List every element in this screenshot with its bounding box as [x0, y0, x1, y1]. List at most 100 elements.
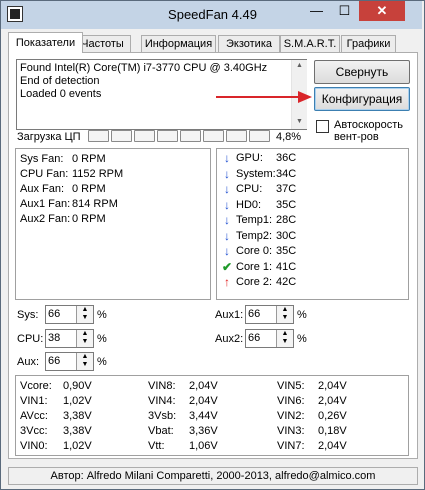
fan-label: Aux2 Fan:	[20, 213, 71, 225]
fan-value: 1152 RPM	[72, 168, 124, 180]
voltage-label: AVcc:	[20, 410, 48, 422]
cpu-usage-segment	[157, 130, 178, 142]
voltage-label: VIN5:	[277, 380, 305, 392]
aux2-speed-value: 66	[248, 332, 261, 344]
temp-label: System:	[236, 167, 276, 180]
maximize-window-button[interactable]: ☐	[331, 1, 358, 21]
tab-exotics[interactable]: Экзотика	[218, 35, 280, 52]
aux-speed-spinner[interactable]: 66 ▲ ▼	[45, 352, 94, 371]
auto-fan-speed-checkbox[interactable]	[316, 120, 329, 133]
temp-label: CPU:	[236, 183, 263, 195]
arrow-up-icon: ↑	[224, 275, 230, 289]
voltage-value: 1,06V	[189, 440, 218, 452]
arrow-down-icon: ↓	[224, 151, 230, 165]
scroll-up-icon[interactable]: ▲	[296, 62, 303, 69]
temp-label: Temp1:	[236, 214, 273, 226]
voltage-label: VIN4:	[148, 395, 176, 407]
aux-speed-unit: %	[97, 356, 107, 368]
fan-value: 814 RPM	[72, 198, 118, 210]
cpu-usage-segment	[203, 130, 224, 142]
fan-value: 0 RPM	[72, 153, 106, 165]
auto-fan-speed-label: Автоскорость вент-ров	[334, 119, 404, 143]
spinner-arrows-icon[interactable]: ▲ ▼	[76, 306, 93, 323]
annotation-arrow-icon	[216, 91, 312, 103]
cpu-usage-segment	[249, 130, 270, 142]
temp-value: 41C	[276, 260, 297, 273]
temp-label: HD0:	[236, 198, 262, 211]
tab-readings[interactable]: Показатели	[8, 32, 83, 53]
voltage-label: VIN2:	[277, 410, 305, 422]
voltage-value: 3,38V	[63, 410, 92, 422]
voltage-value: 2,04V	[318, 440, 347, 452]
aux2-speed-label: Aux2:	[215, 333, 244, 345]
voltage-label: 3Vcc:	[20, 425, 48, 437]
cpu-speed-label: CPU:	[17, 333, 44, 345]
voltage-value: 2,04V	[189, 395, 218, 407]
spinner-arrows-icon[interactable]: ▲ ▼	[276, 330, 293, 347]
cpu-speed-value: 38	[48, 332, 61, 344]
voltage-value: 0,26V	[318, 410, 347, 422]
log-line: Loaded 0 events	[20, 88, 102, 100]
arrow-down-icon: ↓	[224, 166, 230, 181]
configure-button[interactable]: Конфигурация	[314, 87, 410, 111]
temp-value: 28C	[276, 214, 297, 226]
aux-speed-value: 66	[48, 355, 61, 367]
cpu-usage-percent: 4,8%	[276, 131, 302, 143]
check-icon: ✔	[221, 259, 233, 274]
cpu-usage-segment	[134, 130, 155, 142]
voltage-value: 3,44V	[189, 410, 218, 422]
voltage-value: 1,02V	[63, 440, 92, 452]
minimize-to-tray-button[interactable]: Свернуть	[314, 60, 410, 84]
temp-label: Temp2:	[236, 229, 273, 242]
temp-value: 37C	[276, 183, 297, 195]
aux-speed-label: Aux:	[17, 356, 40, 368]
aux1-speed-spinner[interactable]: 66 ▲ ▼	[245, 305, 294, 324]
log-line: End of detection	[20, 75, 100, 87]
cpu-usage-segment	[226, 130, 247, 142]
voltage-label: VIN3:	[277, 425, 305, 437]
fan-value: 0 RPM	[72, 213, 106, 225]
aux2-speed-spinner[interactable]: 66 ▲ ▼	[245, 329, 294, 348]
temp-label: GPU:	[236, 152, 263, 164]
tab-smart[interactable]: S.M.A.R.T.	[280, 35, 340, 52]
aux2-speed-unit: %	[297, 333, 307, 345]
minimize-window-button[interactable]: —	[303, 1, 330, 21]
temp-value: 35C	[276, 245, 297, 257]
voltage-label: VIN1:	[20, 395, 48, 407]
sys-speed-value: 66	[48, 308, 61, 320]
cpu-usage-segment	[111, 130, 132, 142]
log-line: Found Intel(R) Core(TM) i7-3770 CPU @ 3.…	[20, 62, 268, 74]
cpu-usage-segment	[180, 130, 201, 142]
temp-label: Core 0:	[236, 245, 273, 257]
cpu-speed-spinner[interactable]: 38 ▲ ▼	[45, 329, 94, 348]
voltage-label: VIN0:	[20, 440, 48, 452]
aux1-speed-unit: %	[297, 309, 307, 321]
aux1-speed-value: 66	[248, 308, 261, 320]
voltage-value: 3,36V	[189, 425, 218, 437]
arrow-down-icon: ↓	[224, 244, 230, 258]
temp-label: Core 1:	[236, 260, 273, 273]
sys-speed-spinner[interactable]: 66 ▲ ▼	[45, 305, 94, 324]
tab-info[interactable]: Информация	[141, 35, 216, 52]
voltage-label: VIN6:	[277, 395, 305, 407]
voltage-label: Vtt:	[148, 440, 165, 452]
cpu-usage-label: Загрузка ЦП	[17, 131, 81, 143]
close-window-button[interactable]: ✕	[359, 1, 405, 21]
voltage-value: 3,38V	[63, 425, 92, 437]
voltage-label: Vcore:	[20, 380, 52, 392]
voltage-value: 2,04V	[189, 380, 218, 392]
temp-value: 30C	[276, 229, 297, 242]
voltage-value: 0,18V	[318, 425, 347, 437]
sys-speed-unit: %	[97, 309, 107, 321]
fan-label: CPU Fan:	[20, 168, 69, 180]
cpu-usage-segment	[88, 130, 109, 142]
spinner-arrows-icon[interactable]: ▲ ▼	[76, 353, 93, 370]
spinner-arrows-icon[interactable]: ▲ ▼	[276, 306, 293, 323]
tab-charts[interactable]: Графики	[341, 35, 396, 52]
spinner-arrows-icon[interactable]: ▲ ▼	[76, 330, 93, 347]
temp-value: 36C	[276, 152, 297, 164]
scroll-down-icon[interactable]: ▼	[296, 118, 303, 125]
arrow-down-icon: ↓	[224, 213, 230, 227]
fan-label: Sys Fan:	[20, 153, 64, 165]
temp-value: 35C	[276, 198, 297, 211]
